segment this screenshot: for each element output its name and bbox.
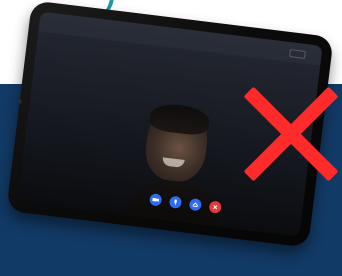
end-call-button[interactable] (208, 200, 222, 214)
video-participant (119, 101, 229, 237)
microphone-button[interactable] (168, 195, 183, 209)
end-call-icon (213, 205, 218, 210)
red-cross-icon (240, 84, 340, 184)
scene (0, 0, 342, 276)
video-camera-button[interactable] (148, 193, 163, 207)
share-button[interactable] (188, 198, 203, 212)
video-camera-icon (152, 197, 160, 202)
share-icon (192, 202, 199, 208)
microphone-icon (174, 199, 177, 206)
